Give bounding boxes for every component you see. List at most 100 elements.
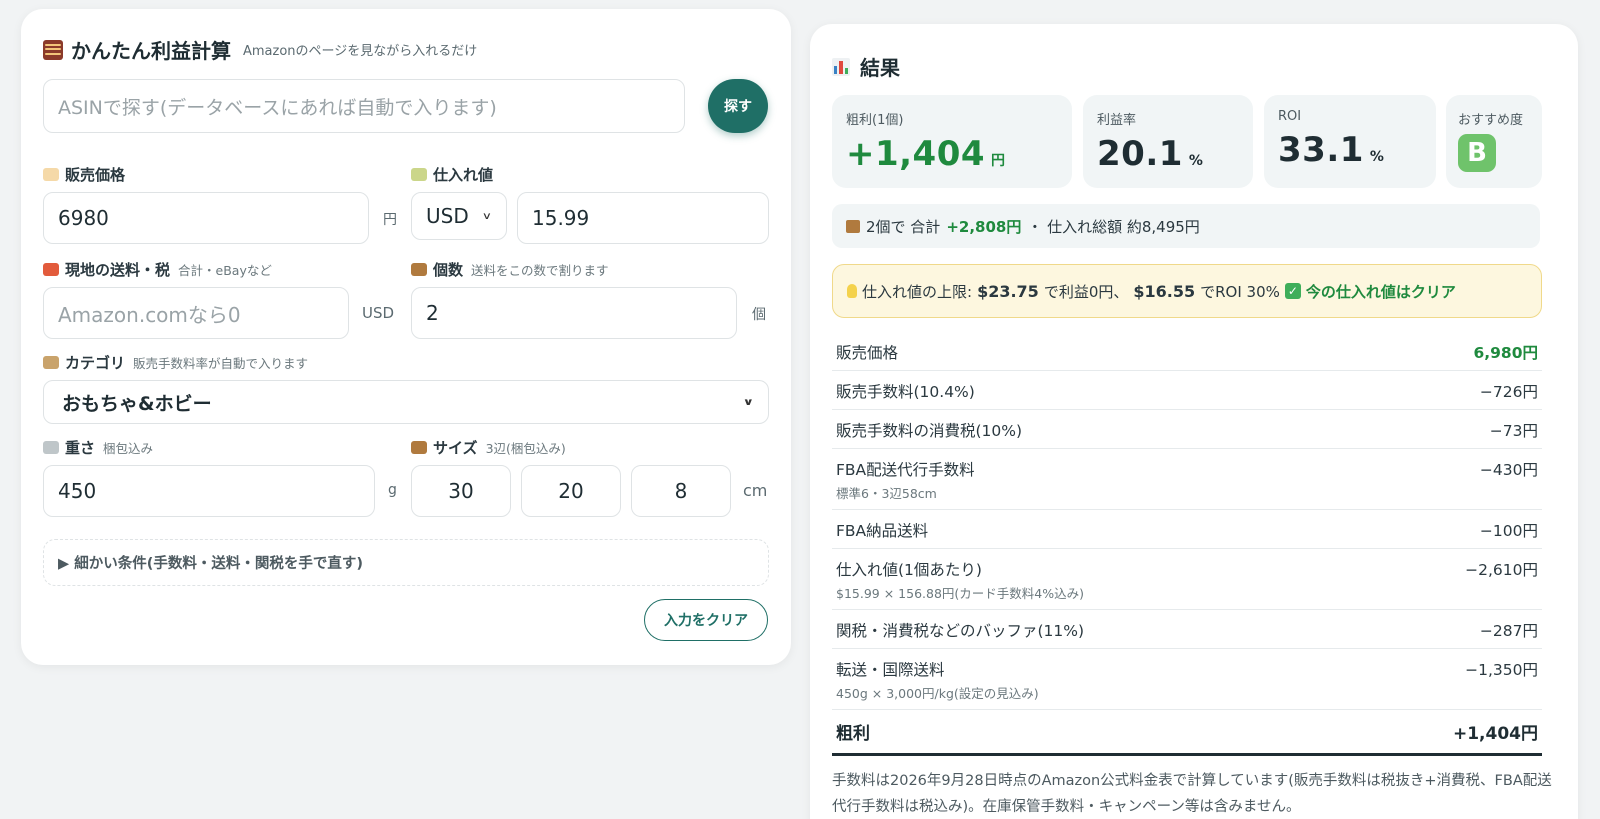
price-label-row: 販売価格 <box>43 164 125 185</box>
row-label: 関税・消費税などのバッファ(11%) <box>836 622 1085 640</box>
category-label-row: カテゴリ 販売手数料率が自動で入ります <box>43 352 308 373</box>
weight-input[interactable]: 450 <box>43 465 375 517</box>
check-icon: ✓ <box>1284 283 1301 299</box>
cost-label-row: 仕入れ値 <box>411 164 493 185</box>
table-row: 販売価格 6,980円 <box>832 332 1542 371</box>
category-value: おもちゃ&ホビー <box>62 392 212 415</box>
asin-search-input[interactable]: ASINで探す(データベースにあれば自動で入ります) <box>43 79 685 133</box>
row-value: −100円 <box>1479 522 1538 540</box>
qty-hint: 送料をこの数で割ります <box>471 263 609 278</box>
weight-label-row: 重さ 梱包込み <box>43 437 153 458</box>
total-row: 粗利 +1,404円 <box>832 710 1542 756</box>
row-label: 販売手数料の消費税(10%) <box>836 422 1023 440</box>
stat-label: 利益率 <box>1097 113 1137 128</box>
row-value: −2,610円 <box>1465 561 1538 579</box>
bulb-icon <box>847 284 857 298</box>
table-row: 仕入れ値(1個あたり) $15.99 × 156.88円(カード手数料4%込み)… <box>832 549 1542 610</box>
tag-icon <box>43 168 59 181</box>
size-height-input[interactable]: 8 <box>631 465 731 517</box>
search-button[interactable]: 探す <box>708 79 768 133</box>
box-icon <box>411 263 427 276</box>
size-hint: 3辺(梱包込み) <box>485 441 566 456</box>
weight-unit: g <box>388 482 397 498</box>
row-value: −73円 <box>1489 422 1538 440</box>
table-row: FBA配送代行手数料 標準6・3辺58cm −430円 <box>832 449 1542 510</box>
row-label: 仕入れ値(1個あたり) <box>836 561 982 579</box>
row-sublabel: $15.99 × 156.88円(カード手数料4%込み) <box>836 586 1084 601</box>
stat-number: +1,404 <box>846 134 986 174</box>
shipping-label-row: 現地の送料・税 合計・eBayなど <box>43 259 272 280</box>
total-label: 粗利 <box>836 724 870 744</box>
box-icon <box>411 441 427 454</box>
currency-value: USD <box>426 204 469 228</box>
shipping-label: 現地の送料・税 <box>65 261 171 279</box>
shipping-hint: 合計・eBayなど <box>178 263 272 278</box>
category-label: カテゴリ <box>65 354 126 372</box>
qty-label: 個数 <box>433 261 464 279</box>
table-row: 販売手数料(10.4%) −726円 <box>832 371 1542 410</box>
cost-limit-alert: 仕入れ値の上限: $23.75 で利益0円、 $16.55 でROI 30% ✓… <box>832 264 1542 318</box>
stat-value: 33.1% <box>1278 130 1422 170</box>
row-sublabel: 450g × 3,000円/kg(設定の見込み) <box>836 686 1039 701</box>
calculator-card: かんたん利益計算 Amazonのページを見ながら入れるだけ ASINで探す(デー… <box>21 9 791 665</box>
quantity-summary: 2個で 合計 +2,808円 ・ 仕入れ総額 約8,495円 <box>832 204 1540 248</box>
stat-number: 33.1 <box>1278 130 1364 170</box>
stat-unit: 円 <box>991 153 1006 169</box>
clear-button[interactable]: 入力をクリア <box>644 599 768 641</box>
table-row: FBA納品送料 −100円 <box>832 510 1542 549</box>
row-label: 販売手数料(10.4%) <box>836 383 975 401</box>
row-label: 販売価格 <box>836 344 899 362</box>
row-value: 6,980円 <box>1473 344 1538 362</box>
stat-unit: % <box>1188 153 1204 169</box>
size-width-input[interactable]: 20 <box>521 465 621 517</box>
stat-label: ROI <box>1278 109 1302 124</box>
row-label: 転送・国際送料 <box>836 661 945 679</box>
abacus-icon <box>43 39 63 60</box>
grade-badge: B <box>1458 134 1496 172</box>
currency-select[interactable]: USD ∨ <box>411 192 507 240</box>
chevron-down-icon: ∨ <box>481 210 492 222</box>
row-value: −287円 <box>1479 622 1538 640</box>
size-label-row: サイズ 3辺(梱包込み) <box>411 437 566 458</box>
shipping-input[interactable]: Amazon.comなら0 <box>43 287 349 339</box>
box-icon <box>846 219 860 233</box>
summary-suffix: ・ 仕入れ総額 約8,495円 <box>1027 217 1200 236</box>
result-title: 結果 <box>860 56 900 80</box>
scale-icon <box>43 441 59 454</box>
summary-prefix: 2個で 合計 <box>866 217 941 236</box>
stat-label: 粗利(1個) <box>846 113 904 128</box>
stat-value: 20.1% <box>1097 134 1239 174</box>
page-subtitle: Amazonのページを見ながら入れるだけ <box>243 44 478 59</box>
alert-breakeven-value: $23.75 <box>977 281 1039 301</box>
calculator-header: かんたん利益計算 Amazonのページを見ながら入れるだけ <box>43 35 477 64</box>
stat-recommendation: おすすめ度 B <box>1446 95 1542 188</box>
chart-icon <box>832 57 850 76</box>
table-row: 転送・国際送料 450g × 3,000円/kg(設定の見込み) −1,350円 <box>832 649 1542 710</box>
alert-roi-value: $16.55 <box>1133 281 1196 301</box>
alert-ok-text: 今の仕入れ値はクリア <box>1305 282 1456 301</box>
total-value: +1,404円 <box>1452 724 1538 744</box>
cost-input[interactable]: 15.99 <box>517 192 769 244</box>
row-sublabel: 標準6・3辺58cm <box>836 486 937 501</box>
money-icon <box>411 168 427 181</box>
advanced-settings-toggle[interactable]: ▶ 細かい条件(手数料・送料・関税を手で直す) <box>43 539 769 586</box>
stat-value: +1,404 円 <box>846 134 1058 174</box>
stat-gross-profit: 粗利(1個) +1,404 円 <box>832 95 1072 188</box>
shipping-unit: USD <box>362 304 395 322</box>
chevron-down-icon: ∨ <box>742 396 754 408</box>
category-select[interactable]: おもちゃ&ホビー ∨ <box>43 380 769 424</box>
stat-label: おすすめ度 <box>1458 113 1524 128</box>
weight-label: 重さ <box>65 439 96 457</box>
stat-number: 20.1 <box>1097 134 1183 174</box>
size-length-input[interactable]: 30 <box>411 465 511 517</box>
price-input[interactable]: 6980 <box>43 192 369 244</box>
bag-icon <box>43 356 59 369</box>
stat-roi: ROI 33.1% <box>1264 95 1436 188</box>
qty-input[interactable]: 2 <box>411 287 737 339</box>
table-row: 関税・消費税などのバッファ(11%) −287円 <box>832 610 1542 649</box>
alert-text-3: でROI 30% <box>1200 282 1280 301</box>
stat-margin: 利益率 20.1% <box>1083 95 1253 188</box>
price-unit: 円 <box>383 212 397 228</box>
row-label: FBA配送代行手数料 <box>836 461 975 479</box>
row-value: −1,350円 <box>1465 661 1538 679</box>
